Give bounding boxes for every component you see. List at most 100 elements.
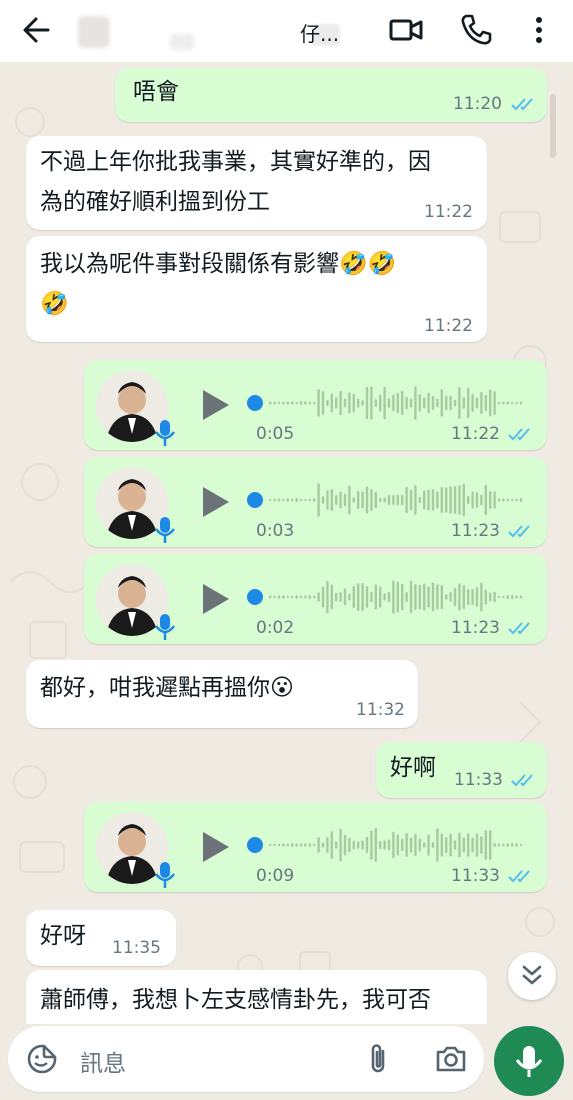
waveform-bar [427, 489, 430, 511]
message-bubble-incoming[interactable]: 蕭師傅，我想卜左支感情卦先，我可否 [26, 970, 487, 1024]
waveform-bar [304, 843, 307, 847]
waveform-bar [414, 485, 417, 515]
voice-message-outgoing[interactable]: 0:02 11:23 [84, 554, 547, 644]
waveform-bar [321, 586, 325, 608]
waveform-bar [313, 843, 316, 847]
mic-icon [155, 517, 175, 543]
waveform-bar [511, 843, 514, 847]
waveform-bar [453, 840, 457, 850]
phone-call-icon[interactable] [458, 12, 494, 48]
waveform-bar [339, 390, 342, 416]
waveform-bar [357, 583, 360, 611]
waveform-bar [365, 486, 369, 514]
waveform-bar [352, 585, 355, 609]
message-text: 好啊 [390, 755, 436, 781]
waveform-bar [462, 585, 465, 609]
waveform-bar [282, 843, 285, 847]
waveform-bar [489, 491, 492, 509]
message-bubble-incoming[interactable]: 好呀 11:35 [26, 910, 176, 966]
waveform-bar [401, 838, 404, 852]
voice-waveform[interactable] [267, 825, 527, 865]
voice-progress-dot[interactable] [247, 589, 263, 605]
message-input[interactable]: 訊息 [8, 1026, 484, 1092]
voice-progress-dot[interactable] [247, 492, 263, 508]
waveform-bar [317, 483, 320, 517]
waveform-bar [321, 391, 325, 415]
waveform-bar [370, 830, 373, 860]
waveform-bar [317, 837, 320, 853]
voice-progress-dot[interactable] [247, 837, 263, 853]
waveform-bar [519, 498, 523, 502]
waveform-bar [493, 491, 496, 509]
play-icon[interactable] [201, 830, 231, 864]
video-call-icon[interactable] [388, 12, 424, 48]
waveform-bar [502, 401, 505, 405]
waveform-bar [317, 389, 320, 417]
waveform-bar [423, 842, 426, 848]
contact-avatar-blurred[interactable] [78, 16, 110, 48]
waveform-bar [423, 583, 426, 611]
message-time: 11:23 [451, 521, 500, 541]
message-text: 唔會 [133, 79, 179, 105]
waveform-bar [409, 837, 413, 853]
scroll-to-bottom-button[interactable] [508, 952, 556, 1000]
message-bubble-incoming[interactable]: 我以為呢件事對段關係有影響🤣🤣 🤣 11:22 [26, 236, 487, 342]
chat-area[interactable]: 唔會 11:20 不過上年你批我事業，其實好準的，因 為的確好順利搵到份工 11… [0, 62, 573, 1024]
more-vert-icon[interactable] [524, 12, 560, 48]
waveform-bar [511, 498, 514, 502]
contact-name[interactable]: 仔... [300, 18, 339, 47]
waveform-bar [282, 595, 285, 599]
play-icon[interactable] [201, 388, 231, 422]
waveform-bar [352, 393, 355, 413]
waveform-bar [343, 493, 347, 507]
waveform-bar [436, 491, 439, 509]
voice-message-outgoing[interactable]: 0:03 11:23 [84, 457, 547, 547]
voice-waveform[interactable] [267, 577, 527, 617]
voice-message-outgoing[interactable]: 0:05 11:22 [84, 360, 547, 450]
message-bubble-incoming[interactable]: 不過上年你批我事業，其實好準的，因 為的確好順利搵到份工 11:22 [26, 136, 487, 230]
double-check-icon [508, 622, 530, 635]
message-input-placeholder[interactable]: 訊息 [80, 1044, 126, 1078]
waveform-bar [515, 595, 518, 599]
voice-record-button[interactable] [494, 1026, 564, 1096]
message-bubble-outgoing[interactable]: 好啊 11:33 [376, 742, 547, 798]
waveform-bar [418, 497, 421, 503]
camera-icon[interactable] [434, 1043, 468, 1075]
message-bubble-incoming[interactable]: 都好，咁我遲點再搵你😮 11:32 [26, 660, 418, 728]
voice-progress-dot[interactable] [247, 395, 263, 411]
play-icon[interactable] [201, 485, 231, 519]
waveform-bar [506, 401, 509, 405]
waveform-bar [506, 843, 509, 847]
waveform-bar [436, 584, 439, 610]
waveform-bar [401, 583, 404, 611]
attach-icon[interactable] [366, 1042, 390, 1076]
voice-message-outgoing[interactable]: 0:09 11:33 [84, 802, 547, 892]
sticker-icon[interactable] [26, 1043, 58, 1075]
waveform-bar [506, 498, 509, 502]
waveform-bar [475, 397, 479, 409]
voice-waveform[interactable] [267, 480, 527, 520]
waveform-bar [519, 595, 523, 599]
waveform-bar [374, 828, 377, 862]
waveform-bar [304, 498, 307, 502]
waveform-bar [431, 582, 435, 612]
waveform-bar [335, 841, 338, 849]
voice-waveform[interactable] [267, 383, 527, 423]
waveform-bar [467, 495, 470, 505]
waveform-bar [467, 589, 470, 605]
scrollbar[interactable] [550, 94, 556, 158]
waveform-bar [269, 498, 272, 502]
waveform-bar [335, 495, 338, 505]
back-arrow-icon[interactable] [18, 12, 58, 48]
waveform-bar [357, 490, 360, 510]
voice-duration: 0:02 [256, 618, 295, 638]
waveform-bar [449, 486, 452, 514]
waveform-bar [493, 391, 496, 415]
waveform-bar [335, 592, 338, 602]
message-bubble-outgoing[interactable]: 唔會 11:20 [115, 68, 547, 122]
waveform-bar [396, 834, 399, 856]
waveform-bar [440, 833, 443, 857]
waveform-bar [277, 843, 281, 847]
waveform-bar [392, 831, 395, 859]
play-icon[interactable] [201, 582, 231, 616]
